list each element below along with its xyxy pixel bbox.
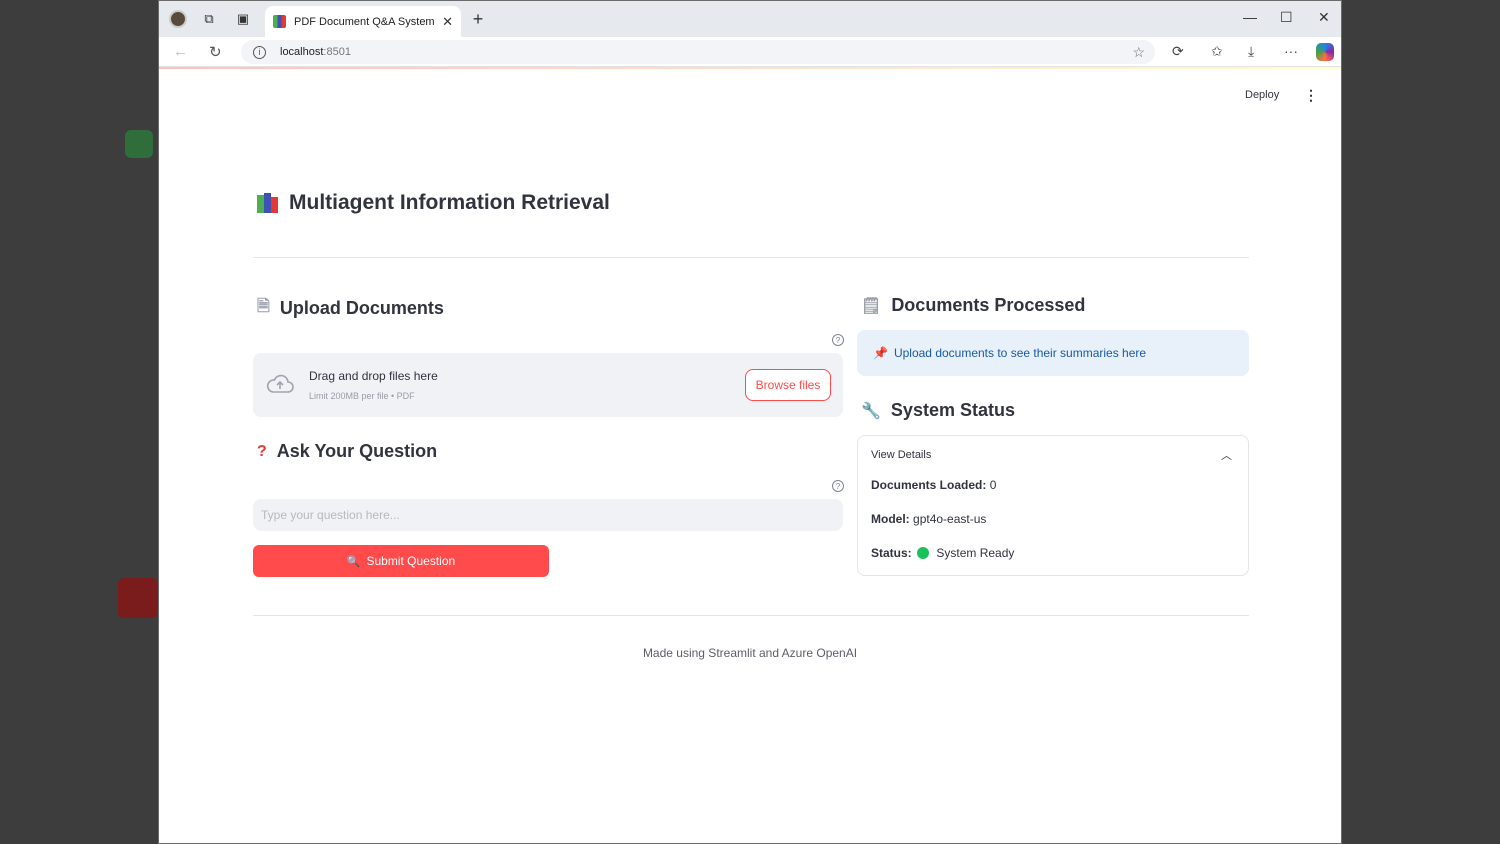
notepad-icon: 🗒 <box>861 297 882 315</box>
profile-avatar[interactable] <box>169 10 187 28</box>
page-title-text: Multiagent Information Retrieval <box>289 191 610 214</box>
status-heading-text: System Status <box>890 400 1015 420</box>
processed-info-text: Upload documents to see their summaries … <box>893 346 1147 360</box>
processed-heading-text: Documents Processed <box>891 295 1086 315</box>
expander-header[interactable]: View Details <box>871 449 931 461</box>
top-decoration <box>159 67 1341 69</box>
footer-text: Made using Streamlit and Azure OpenAI <box>642 646 858 660</box>
page-title: Multiagent Information Retrieval <box>257 191 610 215</box>
close-window-icon[interactable]: ✕ <box>1318 9 1330 26</box>
favorites-icon[interactable]: ✩ <box>1211 43 1223 60</box>
maximize-icon[interactable]: ☐ <box>1280 9 1293 26</box>
refresh-icon[interactable]: ↻ <box>209 43 222 61</box>
model-label: Model: <box>871 512 910 526</box>
question-help-icon[interactable]: ? <box>832 480 844 492</box>
documents-loaded-label: Documents Loaded: <box>871 478 987 492</box>
search-icon: 🔍 <box>346 555 361 568</box>
document-icon: 🗎 <box>257 298 270 315</box>
dropzone-limit: Limit 200MB per file • PDF <box>309 391 415 401</box>
favorite-star-icon[interactable]: ☆ <box>1132 44 1145 61</box>
browser-tab[interactable]: PDF Document Q&A System ✕ <box>265 6 461 37</box>
close-tab-icon[interactable]: ✕ <box>442 14 453 30</box>
browser-window: ⧉ ▣ PDF Document Q&A System ✕ + — ☐ ✕ ← … <box>158 0 1342 844</box>
green-circle-icon <box>917 547 930 559</box>
status-heading: 🔧 System Status <box>861 400 1015 421</box>
question-mark-icon: ? <box>257 442 267 460</box>
pushpin-icon: 📌 <box>873 346 888 360</box>
status-label: Status: <box>871 546 912 560</box>
dropzone-instructions: Drag and drop files here <box>309 369 438 383</box>
cloud-upload-icon <box>266 374 294 393</box>
upload-heading-text: Upload Documents <box>279 298 444 318</box>
copilot-icon[interactable] <box>1316 43 1334 61</box>
documents-loaded-line: Documents Loaded: 0 <box>871 478 996 492</box>
upload-heading: 🗎 Upload Documents <box>257 295 444 322</box>
books-icon <box>257 193 279 213</box>
wrench-icon: 🔧 <box>861 402 881 420</box>
desktop-icon <box>118 578 158 618</box>
new-tab-icon[interactable]: + <box>469 9 487 29</box>
url-port: :8501 <box>323 46 351 58</box>
question-heading: ? Ask Your Question <box>257 441 437 462</box>
model-value: gpt4o-east-us <box>913 512 987 526</box>
streamlit-app: Deploy ⋮ Multiagent Information Retrieva… <box>159 67 1341 843</box>
desktop-background-right <box>1342 0 1500 844</box>
processed-heading: 🗒 Documents Processed <box>861 295 1085 316</box>
browse-files-button[interactable]: Browse files <box>745 369 831 401</box>
processed-info-alert: 📌 Upload documents to see their summarie… <box>857 330 1249 376</box>
address-bar[interactable]: i localhost:8501 ☆ <box>241 40 1155 64</box>
tab-title: PDF Document Q&A System <box>294 15 435 28</box>
tab-strip: ⧉ ▣ PDF Document Q&A System ✕ + — ☐ ✕ <box>159 1 1341 37</box>
extensions-icon[interactable]: ⟳ <box>1172 43 1184 60</box>
tab-actions-icon[interactable]: ▣ <box>234 10 252 28</box>
documents-loaded-value: 0 <box>989 478 997 492</box>
submit-question-label: Submit Question <box>366 554 456 568</box>
tab-favicon-icon <box>273 15 286 28</box>
desktop-background-left <box>0 0 158 844</box>
submit-question-button[interactable]: 🔍 Submit Question <box>253 545 549 577</box>
address-bar-row: ← ↻ i localhost:8501 ☆ ⟳ ✩ ⤓ ··· <box>159 37 1341 67</box>
question-heading-text: Ask Your Question <box>276 441 438 461</box>
minimize-icon[interactable]: — <box>1243 9 1257 25</box>
site-info-icon[interactable]: i <box>253 45 266 59</box>
desktop-icon <box>125 130 153 158</box>
url-host: localhost <box>280 46 324 58</box>
status-value: System Ready <box>936 546 1015 560</box>
downloads-icon[interactable]: ⤓ <box>1248 43 1254 60</box>
deploy-button[interactable]: Deploy <box>1245 89 1279 101</box>
upload-help-icon[interactable]: ? <box>832 334 844 346</box>
main-menu-icon[interactable]: ⋮ <box>1304 87 1318 104</box>
status-expander: View Details ︿ Documents Loaded: 0 Model… <box>857 435 1249 576</box>
model-line: Model: gpt4o-east-us <box>871 512 986 526</box>
question-input[interactable] <box>253 499 843 531</box>
chevron-up-icon[interactable]: ︿ <box>1221 447 1232 463</box>
back-icon[interactable]: ← <box>173 43 188 60</box>
more-menu-icon[interactable]: ··· <box>1284 43 1298 59</box>
divider <box>253 615 1249 616</box>
status-line: Status: System Ready <box>871 546 1014 560</box>
divider <box>253 257 1249 258</box>
workspaces-icon[interactable]: ⧉ <box>200 10 218 28</box>
file-dropzone[interactable]: Drag and drop files here Limit 200MB per… <box>253 353 843 417</box>
